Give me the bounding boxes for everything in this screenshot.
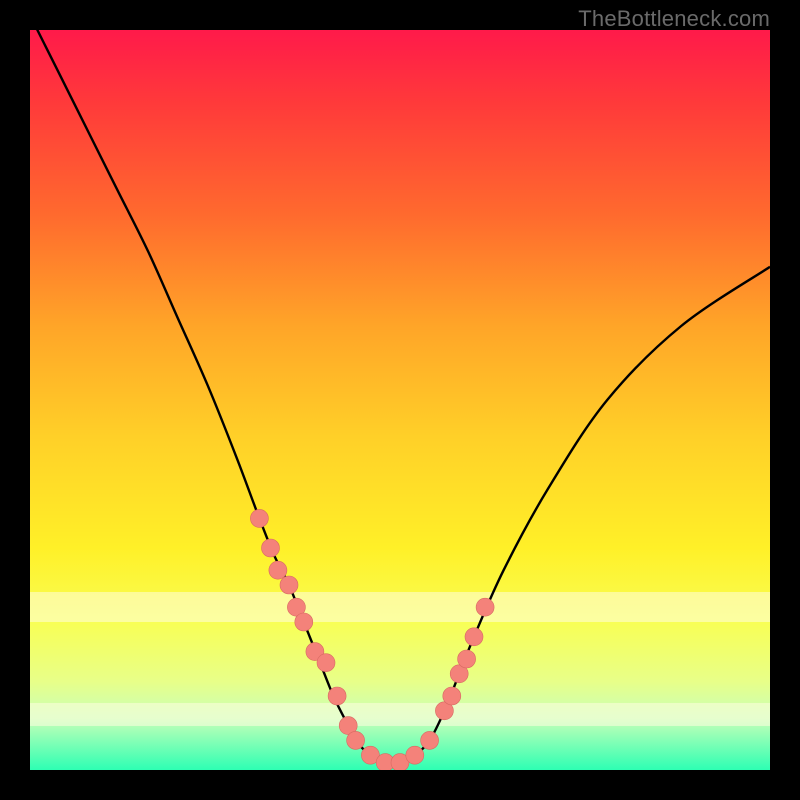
data-marker (295, 613, 313, 631)
data-marker (250, 509, 268, 527)
marker-cluster-right (435, 598, 494, 720)
chart-frame: TheBottleneck.com (0, 0, 800, 800)
marker-cluster-valley (347, 731, 439, 770)
data-marker (328, 687, 346, 705)
plot-area (30, 30, 770, 770)
data-marker (347, 731, 365, 749)
data-marker (443, 687, 461, 705)
data-marker (421, 731, 439, 749)
data-marker (476, 598, 494, 616)
attribution-label: TheBottleneck.com (578, 6, 770, 32)
data-marker (465, 628, 483, 646)
data-marker (280, 576, 298, 594)
marker-cluster-left (250, 509, 357, 734)
bottleneck-curve (30, 30, 770, 763)
data-marker (317, 654, 335, 672)
data-marker (262, 539, 280, 557)
data-marker (458, 650, 476, 668)
chart-svg (30, 30, 770, 770)
data-marker (269, 561, 287, 579)
data-marker (406, 746, 424, 764)
